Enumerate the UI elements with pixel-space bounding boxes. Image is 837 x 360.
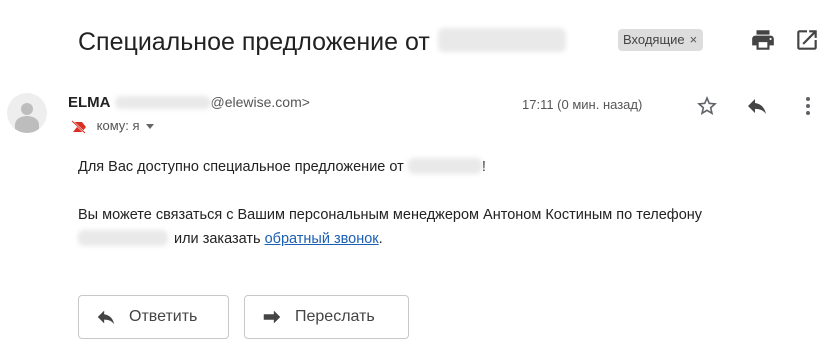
reply-icon[interactable]	[745, 94, 769, 118]
reply-button-label: Ответить	[129, 308, 198, 325]
body-text-3-end: .	[378, 231, 383, 247]
message-body-line-2: Вы можете связаться с Вашим персональным…	[78, 207, 703, 223]
more-vertical-icon[interactable]	[796, 94, 820, 118]
sender-name: ELMA	[68, 94, 111, 111]
message-timestamp: 17:11 (0 мин. назад)	[522, 97, 643, 112]
label-not-important-icon[interactable]	[71, 119, 87, 134]
inbox-label-text: Входящие	[623, 32, 685, 47]
print-icon[interactable]	[750, 27, 776, 53]
recipient-details-toggle[interactable]: кому: я	[71, 118, 154, 134]
reply-icon	[97, 310, 115, 325]
sender-avatar[interactable]	[7, 93, 47, 133]
forward-button[interactable]: Переслать	[244, 295, 409, 339]
recipient-text: кому: я	[96, 118, 140, 133]
body-text-1: Для Вас доступно специальное предложение…	[78, 159, 404, 175]
person-icon	[15, 103, 39, 133]
open-in-new-window-icon[interactable]	[794, 27, 820, 53]
sender-line[interactable]: ELMA @elewise.com>	[68, 93, 310, 112]
body-text-3: или заказать	[174, 231, 261, 247]
body-text-1-end: !	[481, 159, 486, 175]
star-icon[interactable]	[695, 94, 719, 118]
message-body-line-3: или заказать обратный звонок.	[78, 229, 383, 249]
chevron-down-icon[interactable]	[145, 124, 154, 130]
remove-label-button[interactable]: ×	[690, 32, 698, 47]
redacted-company-name	[407, 158, 482, 175]
message-body-line-1: Для Вас доступно специальное предложение…	[78, 157, 486, 177]
redacted-sender-email	[114, 95, 211, 109]
inbox-label-chip[interactable]: Входящие ×	[618, 29, 704, 51]
callback-link[interactable]: обратный звонок	[265, 231, 379, 247]
forward-icon	[263, 310, 281, 324]
forward-button-label: Переслать	[295, 308, 375, 325]
reply-button[interactable]: Ответить	[78, 295, 229, 339]
email-subject: Специальное предложение от	[78, 26, 566, 58]
sender-email-domain: @elewise.com>	[210, 94, 310, 110]
subject-text: Специальное предложение от	[78, 28, 430, 56]
redacted-phone-number	[78, 230, 168, 247]
redacted-company-name	[437, 28, 566, 53]
